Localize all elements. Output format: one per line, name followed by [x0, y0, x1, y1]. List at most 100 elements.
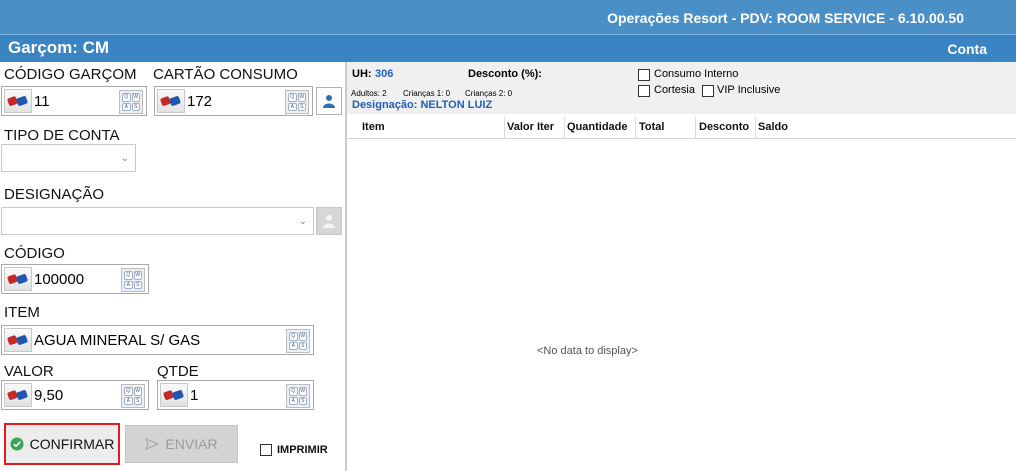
kb-key: W	[131, 93, 140, 102]
vip-inclusive-label: VIP Inclusive	[717, 84, 781, 96]
kb-key: S	[297, 102, 306, 111]
kb-key: W	[133, 271, 142, 280]
card-reader-icon[interactable]	[4, 267, 32, 291]
tipo-conta-label: TIPO DE CONTA	[4, 127, 120, 144]
codigo-value: 100000	[34, 271, 85, 288]
virtual-keyboard-icon[interactable]: QWAS	[285, 90, 309, 114]
confirmar-label: CONFIRMAR	[29, 436, 115, 452]
waiter-label: Garçom: CM	[8, 38, 110, 57]
valor-field[interactable]: 9,50 QWAS	[1, 380, 149, 410]
check-circle-icon	[10, 437, 24, 451]
uh-value: 306	[375, 68, 394, 80]
card-reader-icon[interactable]	[4, 89, 32, 113]
vip-inclusive-checkbox[interactable]	[702, 85, 714, 97]
kb-key: Q	[288, 93, 297, 102]
chevron-down-icon: ⌄	[298, 216, 307, 227]
kb-key: Q	[289, 387, 298, 396]
items-grid-header: Item Valor Iter Quantidade Total Descont…	[347, 117, 1016, 139]
valor-value: 9,50	[34, 387, 64, 404]
kb-key: W	[298, 332, 307, 341]
cortesia-label: Cortesia	[654, 84, 695, 96]
title-bar: Operações Resort - PDV: ROOM SERVICE - 6…	[0, 0, 1016, 34]
card-reader-icon[interactable]	[4, 328, 32, 352]
kb-key: S	[131, 102, 140, 111]
col-desconto[interactable]: Desconto	[699, 121, 749, 133]
col-separator	[504, 117, 505, 139]
designacao-select[interactable]: ⌄	[1, 207, 314, 235]
imprimir-label: IMPRIMIR	[277, 444, 328, 456]
designacao-label: DESIGNAÇÃO	[4, 186, 105, 203]
card-reader-icon[interactable]	[157, 89, 185, 113]
kb-key: A	[289, 341, 298, 350]
kb-key: S	[133, 280, 142, 289]
account-panel: UH: 306 Desconto (%): Adultos: 2 Criança…	[347, 62, 1016, 471]
item-label: ITEM	[4, 304, 40, 321]
card-reader-icon[interactable]	[160, 383, 188, 407]
codigo-field[interactable]: 100000 QWAS	[1, 264, 149, 294]
kb-key: Q	[124, 387, 133, 396]
kb-key: A	[289, 396, 298, 405]
codigo-garcom-label: CÓDIGO GARÇOM	[4, 66, 137, 83]
kb-key: S	[298, 341, 307, 350]
col-separator	[564, 117, 565, 139]
qtde-value: 1	[190, 387, 199, 404]
criancas1-count: Crianças 1: 0	[403, 89, 451, 98]
enviar-button[interactable]: ENVIAR	[125, 425, 238, 463]
codigo-garcom-value: 11	[34, 93, 50, 110]
kb-key: Q	[122, 93, 131, 102]
item-field[interactable]: AGUA MINERAL S/ GAS QWAS	[1, 325, 314, 355]
col-item[interactable]: Item	[362, 121, 385, 133]
cartao-consumo-field[interactable]: 172 QWAS	[154, 86, 313, 116]
virtual-keyboard-icon[interactable]: QWAS	[121, 268, 145, 292]
col-separator	[635, 117, 636, 139]
designacao-info: Designação: NELTON LUIZ	[352, 99, 493, 111]
kb-key: W	[298, 387, 307, 396]
col-valor-item[interactable]: Valor Iter	[507, 121, 554, 133]
tipo-conta-select[interactable]: ⌄	[1, 144, 136, 172]
consumo-interno-checkbox[interactable]	[638, 69, 650, 81]
designacao-user-button[interactable]	[316, 207, 342, 235]
col-quantidade[interactable]: Quantidade	[567, 121, 628, 133]
imprimir-checkbox[interactable]	[260, 444, 272, 456]
virtual-keyboard-icon[interactable]: QWAS	[286, 384, 310, 408]
kb-key: S	[298, 396, 307, 405]
user-icon	[323, 95, 335, 108]
col-saldo[interactable]: Saldo	[758, 121, 788, 133]
adultos-count: Adultos: 2	[351, 89, 387, 98]
confirmar-button[interactable]: CONFIRMAR	[4, 423, 120, 465]
grid-empty-message: <No data to display>	[537, 345, 638, 357]
kb-key: W	[133, 387, 142, 396]
col-separator	[755, 117, 756, 139]
kb-key: A	[124, 396, 133, 405]
kb-key: A	[124, 280, 133, 289]
valor-label: VALOR	[4, 363, 54, 380]
header-bar: Garçom: CM Conta	[0, 34, 1016, 62]
codigo-garcom-field[interactable]: 11 QWAS	[1, 86, 147, 116]
col-separator	[695, 117, 696, 139]
virtual-keyboard-icon[interactable]: QWAS	[286, 329, 310, 353]
kb-key: A	[288, 102, 297, 111]
criancas2-count: Crianças 2: 0	[465, 89, 513, 98]
guest-lookup-button[interactable]	[316, 87, 342, 115]
cartao-consumo-label: CARTÃO CONSUMO	[153, 66, 298, 83]
user-icon	[323, 215, 335, 228]
cartao-consumo-value: 172	[187, 93, 213, 110]
card-reader-icon[interactable]	[4, 383, 32, 407]
kb-key: A	[122, 102, 131, 111]
tab-conta[interactable]: Conta	[947, 41, 987, 57]
virtual-keyboard-icon[interactable]: QWAS	[119, 90, 143, 114]
chevron-down-icon: ⌄	[120, 153, 129, 164]
virtual-keyboard-icon[interactable]: QWAS	[121, 384, 145, 408]
send-icon	[145, 438, 160, 450]
kb-key: Q	[124, 271, 133, 280]
codigo-label: CÓDIGO	[4, 245, 65, 262]
col-total[interactable]: Total	[639, 121, 664, 133]
qtde-field[interactable]: 1 QWAS	[157, 380, 314, 410]
cortesia-checkbox[interactable]	[638, 85, 650, 97]
consumo-interno-label: Consumo Interno	[654, 68, 739, 80]
kb-key: S	[133, 396, 142, 405]
window-title: Operações Resort - PDV: ROOM SERVICE - 6…	[607, 10, 964, 26]
enviar-label: ENVIAR	[165, 436, 218, 452]
kb-key: W	[297, 93, 306, 102]
qtde-label: QTDE	[157, 363, 199, 380]
